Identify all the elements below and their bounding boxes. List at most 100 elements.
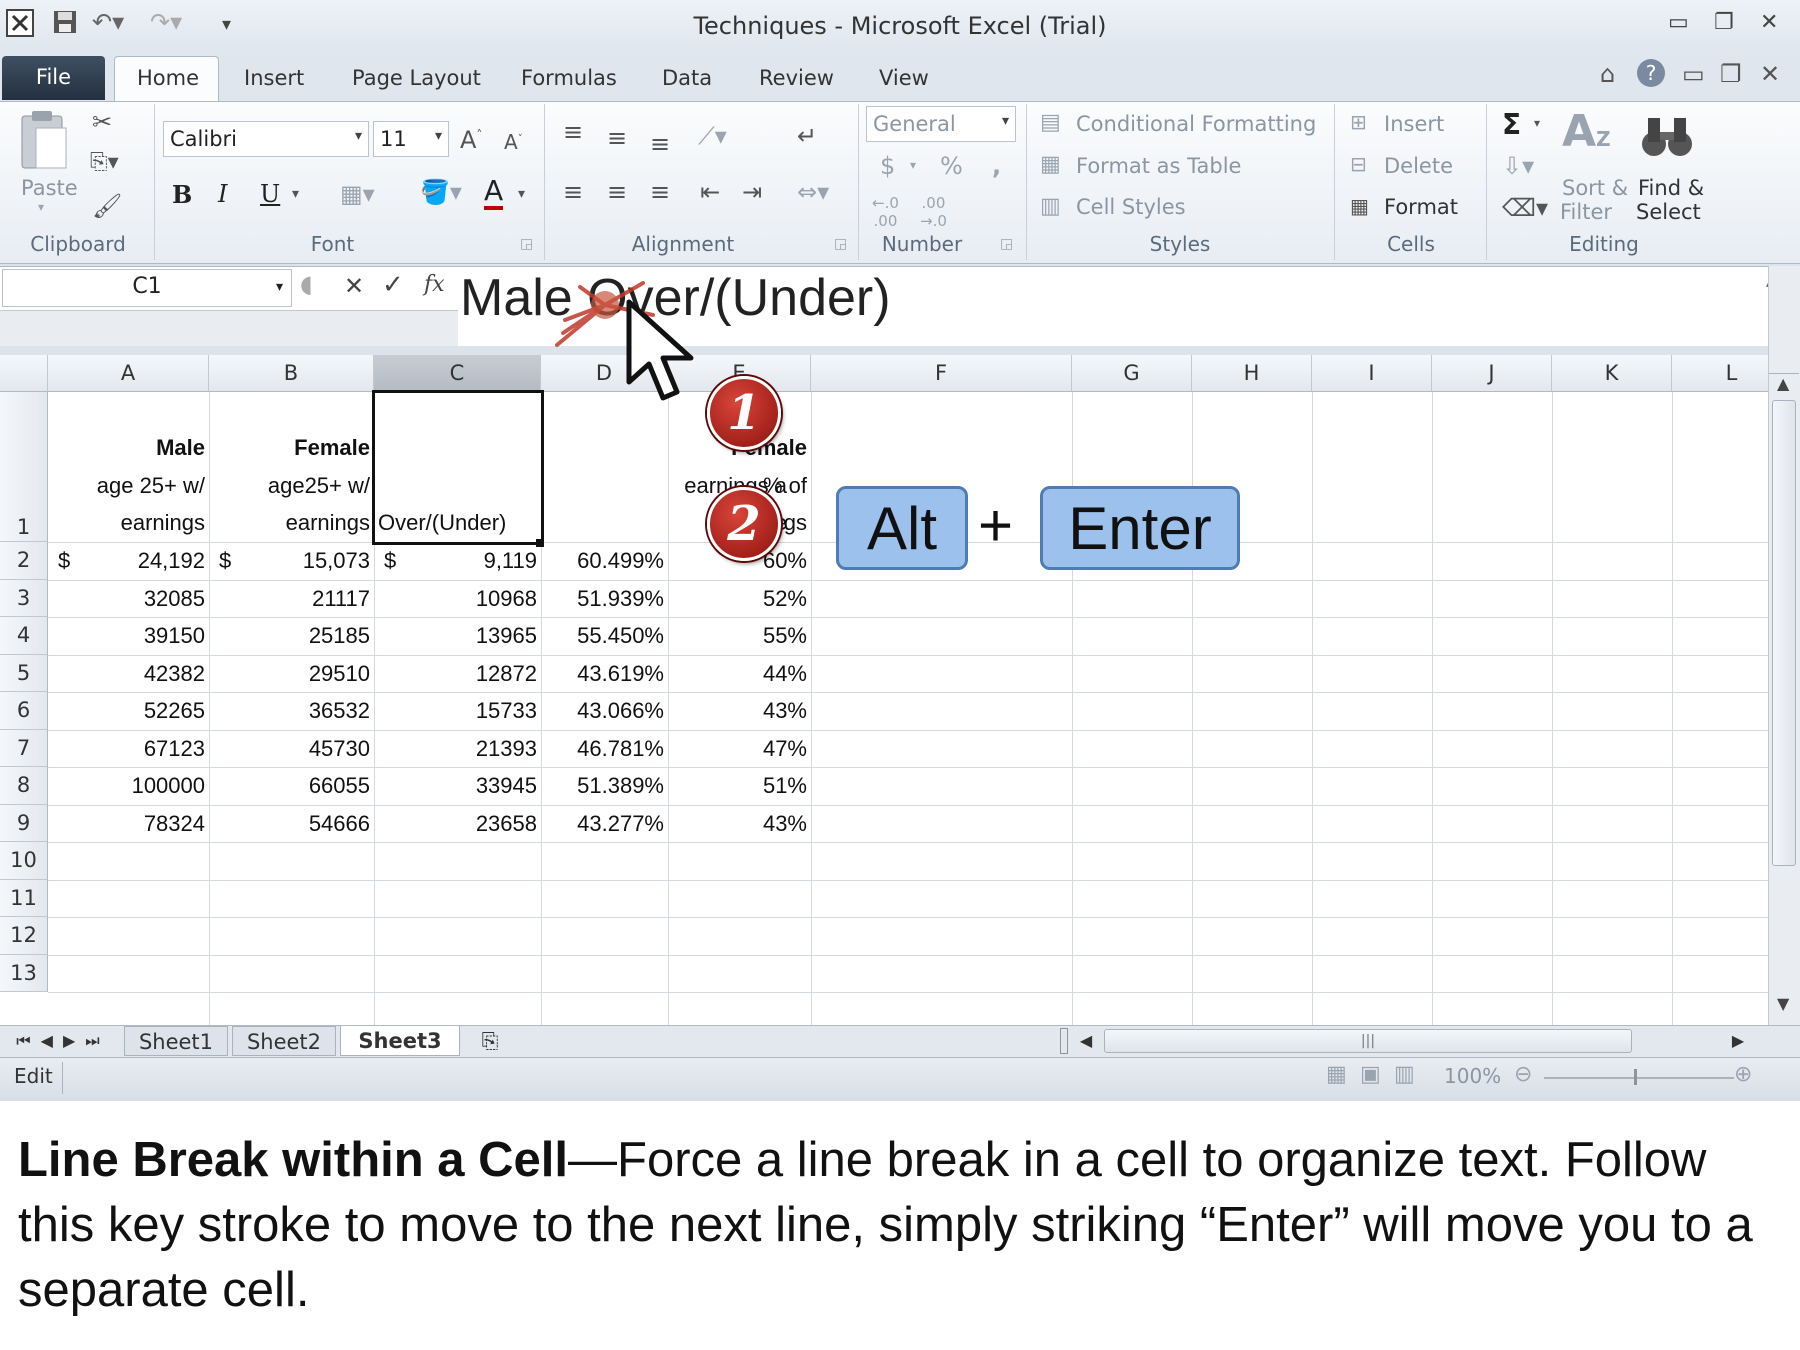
cell-d9[interactable]: 43.277%	[545, 805, 664, 842]
tab-page-layout[interactable]: Page Layout	[352, 66, 481, 90]
font-name-select[interactable]: Calibri ▾	[163, 121, 369, 157]
doc-restore-icon[interactable]: ❐	[1720, 60, 1742, 88]
cell-d5[interactable]: 43.619%	[545, 655, 664, 692]
vertical-scroll-thumb[interactable]	[1772, 400, 1796, 866]
cell-b1[interactable]: Female age25+ w/earnings	[213, 429, 370, 542]
column-header-l[interactable]: L	[1672, 355, 1768, 392]
column-header-h[interactable]: H	[1192, 355, 1312, 392]
cell-b4[interactable]: 25185	[213, 617, 370, 654]
align-right-icon[interactable]: ≡	[650, 178, 670, 206]
row-header-8[interactable]: 8	[0, 767, 48, 805]
maximize-icon[interactable]: ❐	[1714, 10, 1734, 35]
autosum-button[interactable]: Σ	[1502, 108, 1521, 141]
select-all-corner[interactable]	[0, 355, 48, 392]
page-break-view-icon[interactable]: ▥	[1394, 1062, 1415, 1087]
zoom-slider[interactable]	[1544, 1077, 1734, 1079]
format-as-table-button[interactable]: Format as Table	[1076, 154, 1241, 178]
format-cells-button[interactable]: Format	[1384, 195, 1458, 219]
cell-d2[interactable]: 60.499%	[545, 542, 664, 579]
row-header-4[interactable]: 4	[0, 617, 48, 655]
cell-e9[interactable]: 43%	[672, 805, 807, 842]
cell-c9[interactable]: 23658	[378, 805, 537, 842]
fill-icon[interactable]: ⇩▾	[1502, 152, 1534, 180]
column-header-j[interactable]: J	[1432, 355, 1552, 392]
align-top-icon[interactable]: ≡	[563, 118, 583, 146]
column-header-i[interactable]: I	[1312, 355, 1432, 392]
tab-view[interactable]: View	[879, 66, 929, 90]
cell-b3[interactable]: 21117	[213, 580, 370, 617]
column-header-b[interactable]: B	[209, 355, 374, 392]
minimize-ribbon-icon[interactable]: ⌂	[1600, 60, 1615, 88]
row-header-7[interactable]: 7	[0, 729, 48, 767]
column-header-a[interactable]: A	[48, 355, 209, 392]
format-painter-icon[interactable]: 🖌	[92, 192, 122, 220]
comma-button[interactable]: ,	[992, 152, 1001, 180]
name-box[interactable]: C1 ▾	[2, 269, 292, 307]
cell-c6[interactable]: 15733	[378, 692, 537, 729]
cell-a5[interactable]: 42382	[52, 655, 205, 692]
doc-close-icon[interactable]: ✕	[1760, 60, 1780, 88]
clear-icon[interactable]: ⌫▾	[1502, 194, 1548, 222]
scroll-down-icon[interactable]: ▼	[1777, 994, 1789, 1013]
cell-b8[interactable]: 66055	[213, 767, 370, 804]
fill-handle[interactable]	[536, 539, 544, 547]
cell-c4[interactable]: 13965	[378, 617, 537, 654]
cell-b2[interactable]: 15,073	[213, 542, 370, 579]
cell-b9[interactable]: 54666	[213, 805, 370, 842]
merge-center-icon[interactable]: ⇔▾	[797, 178, 829, 206]
formula-bar-expand-icon[interactable]: ◖	[300, 270, 313, 298]
cell-e8[interactable]: 51%	[672, 767, 807, 804]
cell-b7[interactable]: 45730	[213, 730, 370, 767]
bold-button[interactable]: B	[172, 180, 192, 209]
grow-font-icon[interactable]: A˄	[460, 126, 482, 154]
cell-c5[interactable]: 12872	[378, 655, 537, 692]
shrink-font-icon[interactable]: A˅	[504, 130, 523, 154]
column-header-c[interactable]: C	[374, 355, 541, 392]
cell-a1[interactable]: Male age 25+ w/earnings	[52, 429, 205, 542]
align-center-icon[interactable]: ≡	[607, 178, 627, 206]
sort-filter-icon[interactable]: AZ	[1562, 106, 1611, 157]
cell-e5[interactable]: 44%	[672, 655, 807, 692]
align-left-icon[interactable]: ≡	[563, 178, 583, 206]
increase-decimal-icon[interactable]: ←.0.00	[872, 194, 899, 230]
sheet-tab-2[interactable]: Sheet2	[232, 1026, 336, 1056]
split-box[interactable]	[1769, 358, 1799, 374]
page-layout-view-icon[interactable]: ▣	[1360, 1062, 1381, 1087]
doc-minimize-icon[interactable]: ▭	[1682, 60, 1705, 88]
underline-dropdown-icon[interactable]: ▾	[292, 186, 299, 202]
cell-e7[interactable]: 47%	[672, 730, 807, 767]
cancel-entry-button[interactable]: ✕	[344, 272, 364, 300]
close-icon[interactable]: ✕	[1760, 10, 1778, 35]
decrease-decimal-icon[interactable]: .00 →.0	[920, 194, 947, 230]
cell-d7[interactable]: 46.781%	[545, 730, 664, 767]
cell-styles-icon[interactable]: ▥	[1040, 194, 1061, 219]
alignment-dialog-launcher-icon[interactable]: ◲	[834, 236, 847, 252]
select-label[interactable]: Select	[1636, 200, 1701, 224]
cell-a8[interactable]: 100000	[52, 767, 205, 804]
zoom-in-icon[interactable]: ⊕	[1734, 1062, 1752, 1087]
cell-d6[interactable]: 43.066%	[545, 692, 664, 729]
cell-b5[interactable]: 29510	[213, 655, 370, 692]
zoom-slider-thumb[interactable]	[1634, 1069, 1637, 1085]
insert-cells-icon[interactable]: ⊞	[1350, 110, 1367, 134]
row-header-9[interactable]: 9	[0, 804, 48, 842]
insert-function-button[interactable]: fx	[424, 272, 445, 297]
minimize-icon[interactable]: ▭	[1668, 10, 1689, 35]
row-header-11[interactable]: 11	[0, 879, 48, 917]
column-header-k[interactable]: K	[1552, 355, 1672, 392]
copy-icon[interactable]: ⎘▾	[90, 150, 119, 175]
delete-cells-icon[interactable]: ⊟	[1350, 152, 1367, 176]
row-header-13[interactable]: 13	[0, 954, 48, 992]
font-color-button[interactable]: A	[484, 176, 504, 210]
filter-label[interactable]: Filter	[1560, 200, 1612, 224]
font-color-dropdown-icon[interactable]: ▾	[518, 186, 525, 202]
wrap-text-icon[interactable]: ↵	[797, 122, 817, 150]
zoom-out-icon[interactable]: ⊖	[1514, 1062, 1532, 1087]
tab-review[interactable]: Review	[759, 66, 834, 90]
vertical-scrollbar[interactable]: ▲ ▼	[1768, 266, 1800, 1026]
currency-dropdown-icon[interactable]: ▾	[910, 158, 916, 172]
row-header-1[interactable]: 1	[0, 392, 48, 542]
decrease-indent-icon[interactable]: ⇤	[700, 178, 720, 206]
cut-icon[interactable]: ✂	[92, 108, 112, 136]
row-header-10[interactable]: 10	[0, 842, 48, 880]
